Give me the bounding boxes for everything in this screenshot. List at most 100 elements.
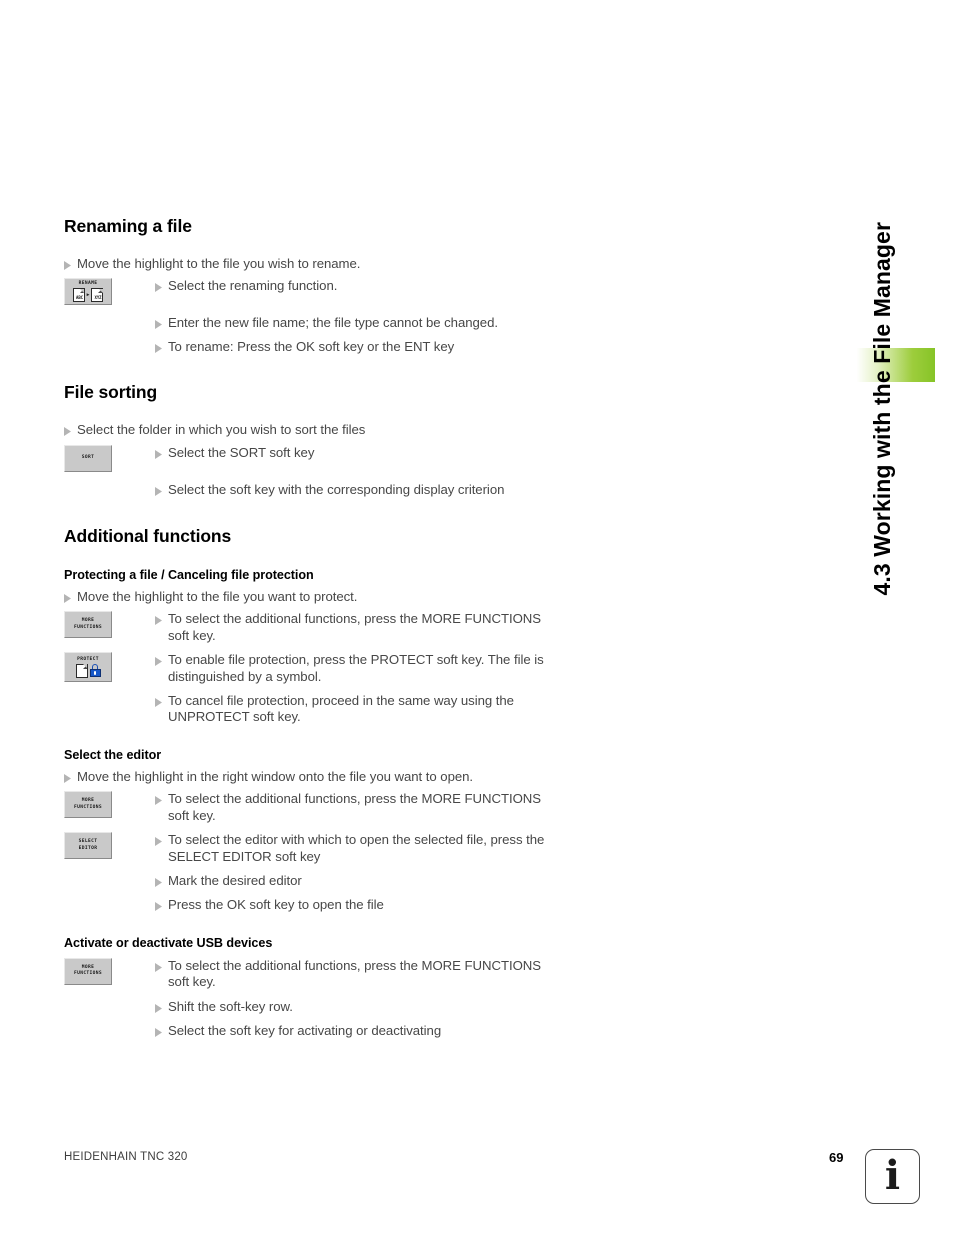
chapter-tab-label: 4.3 Working with the File Manager xyxy=(869,222,895,596)
list-item: Move the highlight to the file you want … xyxy=(64,589,564,605)
section-heading-additional-functions: Additional functions xyxy=(64,526,232,547)
page-glyph-abc: ABC xyxy=(72,288,85,303)
list-item-text: Shift the soft-key row. xyxy=(168,998,293,1014)
softkey-select-editor-label-line2: EDITOR xyxy=(78,845,98,851)
bullet-triangle-icon xyxy=(155,877,168,887)
bullet-triangle-icon xyxy=(64,427,77,437)
softkey-select-editor[interactable]: SELECT EDITOR xyxy=(64,832,112,860)
protect-lock-icon xyxy=(75,663,101,678)
list-item: MORE FUNCTIONS To select the additional … xyxy=(64,611,564,644)
list-item: SELECT EDITOR To select the editor with … xyxy=(64,832,564,865)
softkey-slot: MORE FUNCTIONS xyxy=(64,791,152,819)
list-item-text: To select the editor with which to open … xyxy=(168,832,545,864)
subsection-heading-protecting-a-file: Protecting a file / Canceling file prote… xyxy=(64,568,314,583)
bullet-triangle-icon xyxy=(155,616,168,626)
list-item-text: Select the folder in which you wish to s… xyxy=(77,422,366,438)
softkey-slot: RENAME ABC ▸ XYZ xyxy=(64,278,152,306)
subsection-heading-activate-usb-devices: Activate or deactivate USB devices xyxy=(64,935,273,950)
info-icon-glyph: i xyxy=(884,1151,901,1199)
softkey-slot: SORT xyxy=(64,444,152,472)
page-glyph-xyz-label: XYZ xyxy=(94,295,102,301)
arrow-right-icon: ▸ xyxy=(86,291,90,298)
list-item: Select the soft key for activating or de… xyxy=(64,1023,564,1039)
bullet-triangle-icon xyxy=(64,261,77,270)
list-item-text: To select the additional functions, pres… xyxy=(168,611,541,643)
content-column: Renaming a file Move the highlight to th… xyxy=(64,216,564,1039)
list-item-text: Move the highlight to the file you want … xyxy=(77,589,358,605)
bullet-triangle-icon xyxy=(155,902,168,912)
chapter-tab-highlight xyxy=(855,348,935,382)
list-item-text: To cancel file protection, proceed in th… xyxy=(168,693,514,725)
list-item-text: Select the soft key with the correspondi… xyxy=(168,481,505,497)
bullet-triangle-icon xyxy=(155,343,168,353)
list-item-text: Enter the new file name; the file type c… xyxy=(168,315,498,331)
list-item: Enter the new file name; the file type c… xyxy=(64,315,564,331)
list-item: MORE FUNCTIONS To select the additional … xyxy=(64,957,564,991)
list-item: To cancel file protection, proceed in th… xyxy=(64,693,564,726)
bullet-triangle-icon xyxy=(155,837,168,847)
softkey-slot: PROTECT xyxy=(64,652,152,683)
list-item-text: Mark the desired editor xyxy=(168,872,302,888)
bullet-triangle-icon xyxy=(155,1027,168,1037)
list-item: Select the soft key with the correspondi… xyxy=(64,482,564,498)
softkey-sort[interactable]: SORT xyxy=(64,444,112,472)
info-icon: i xyxy=(865,1149,920,1204)
bullet-triangle-icon xyxy=(155,698,168,708)
list-item: To rename: Press the OK soft key or the … xyxy=(64,339,564,355)
section-heading-renaming-a-file: Renaming a file xyxy=(64,216,192,236)
bullet-triangle-icon xyxy=(155,657,168,667)
bullet-triangle-icon xyxy=(155,486,168,496)
page-glyph-abc-label: ABC xyxy=(76,295,83,301)
bullet-triangle-icon xyxy=(155,320,168,330)
rename-icon: ABC ▸ XYZ xyxy=(72,288,104,303)
list-item-text: Move the highlight in the right window o… xyxy=(77,768,474,784)
footer-product-name: HEIDENHAIN TNC 320 xyxy=(64,1151,188,1163)
bullet-triangle-icon xyxy=(155,796,168,806)
list-item: MORE FUNCTIONS To select the additional … xyxy=(64,791,564,824)
list-item: Press the OK soft key to open the file xyxy=(64,897,564,913)
bullet-triangle-icon xyxy=(155,962,168,972)
list-item-text: To select the additional functions, pres… xyxy=(168,957,541,990)
softkey-slot: MORE FUNCTIONS xyxy=(64,957,152,985)
softkey-more-functions-label-line2: FUNCTIONS xyxy=(73,624,103,630)
list-item: Move the highlight in the right window o… xyxy=(64,769,564,785)
bullet-triangle-icon xyxy=(64,773,77,783)
softkey-more-functions[interactable]: MORE FUNCTIONS xyxy=(64,611,112,639)
softkey-sort-label: SORT xyxy=(81,455,95,461)
padlock-icon xyxy=(89,664,101,678)
list-item-text: Move the highlight to the file you wish … xyxy=(77,256,361,271)
softkey-rename-label: RENAME xyxy=(78,281,98,287)
page-number: 69 xyxy=(829,1150,844,1165)
page-glyph-xyz: XYZ xyxy=(91,288,104,303)
list-item-text: To select the additional functions, pres… xyxy=(168,791,541,823)
list-item-text: To enable file protection, press the PRO… xyxy=(168,652,544,684)
softkey-slot: SELECT EDITOR xyxy=(64,832,152,860)
softkey-more-functions-label-line2: FUNCTIONS xyxy=(73,804,103,810)
list-item: Move the highlight to the file you wish … xyxy=(64,256,564,272)
softkey-more-functions-label-line2: FUNCTIONS xyxy=(73,971,103,977)
bullet-triangle-icon xyxy=(155,449,168,459)
bullet-triangle-icon xyxy=(155,1003,168,1013)
softkey-slot: MORE FUNCTIONS xyxy=(64,611,152,639)
softkey-protect-label: PROTECT xyxy=(77,656,99,662)
softkey-more-functions[interactable]: MORE FUNCTIONS xyxy=(64,957,112,985)
softkey-more-functions[interactable]: MORE FUNCTIONS xyxy=(64,791,112,819)
list-item-text: Press the OK soft key to open the file xyxy=(168,897,384,913)
list-item-text: Select the renaming function. xyxy=(168,278,338,294)
list-item: RENAME ABC ▸ XYZ Select the renaming fun… xyxy=(64,278,564,308)
softkey-protect[interactable]: PROTECT xyxy=(64,652,112,683)
list-item-text: Select the SORT soft key xyxy=(168,444,315,460)
list-item: PROTECT To enable file protection, press… xyxy=(64,652,564,685)
bullet-triangle-icon xyxy=(64,594,77,604)
list-item: Mark the desired editor xyxy=(64,873,564,889)
list-item: SORT Select the SORT soft key xyxy=(64,444,564,475)
list-item-text: To rename: Press the OK soft key or the … xyxy=(168,338,455,354)
subsection-heading-select-the-editor: Select the editor xyxy=(64,747,162,762)
list-item: Select the folder in which you wish to s… xyxy=(64,422,564,438)
page-glyph-plain xyxy=(75,663,88,678)
list-item-text: Select the soft key for activating or de… xyxy=(168,1022,442,1038)
bullet-triangle-icon xyxy=(155,283,168,293)
manual-page: 4.3 Working with the File Manager Renami… xyxy=(0,0,954,1235)
softkey-rename[interactable]: RENAME ABC ▸ XYZ xyxy=(64,278,112,306)
list-item: Shift the soft-key row. xyxy=(64,999,564,1015)
